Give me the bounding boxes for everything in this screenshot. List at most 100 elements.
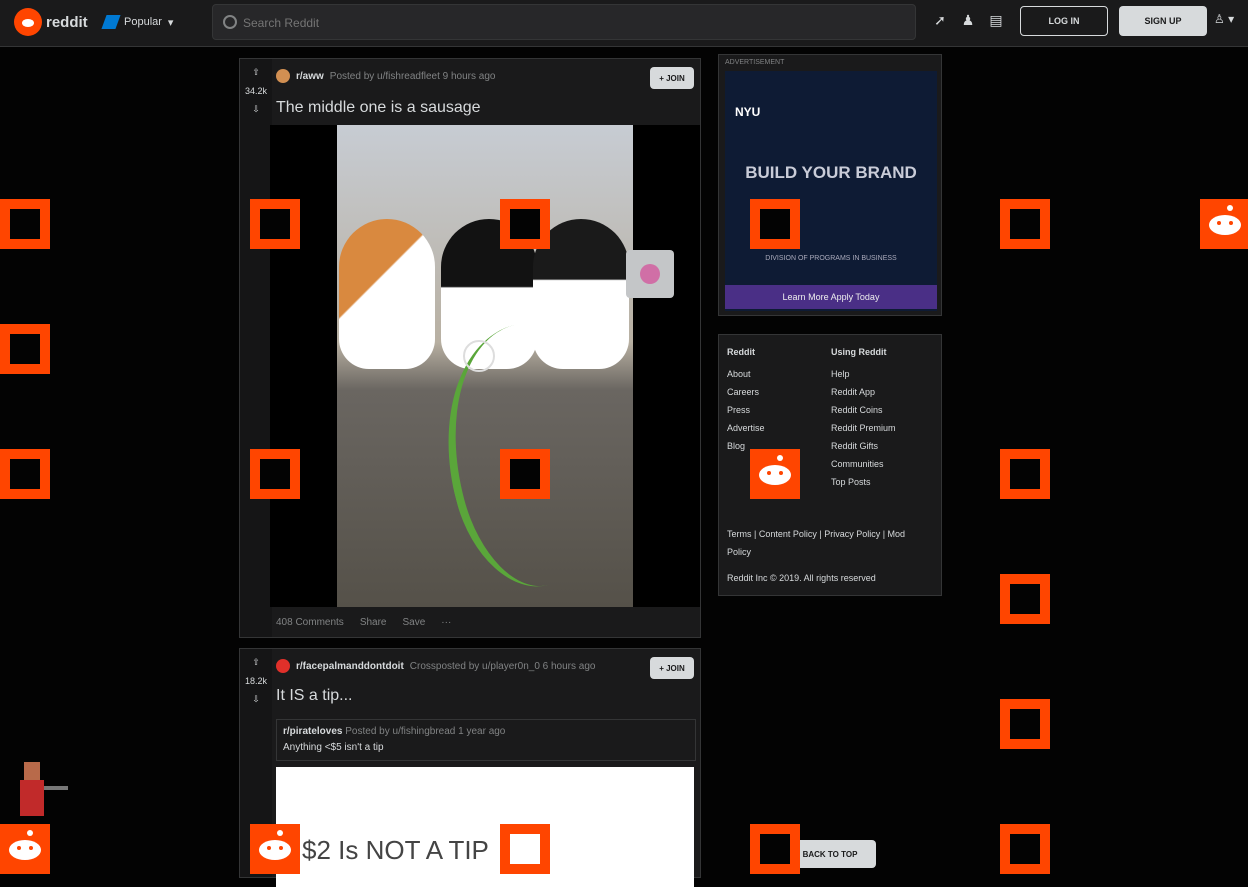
share-button[interactable]: Share: [360, 617, 387, 628]
crosspost-meta: r/pirateloves Posted by u/fishingbread 1…: [283, 726, 505, 737]
overlay-square: [750, 824, 800, 874]
legal-links[interactable]: Terms | Content Policy | Privacy Policy …: [727, 525, 927, 561]
post-actions: 408 Comments Share Save ···: [276, 617, 451, 628]
crosspost-subreddit[interactable]: r/pirateloves: [283, 726, 342, 737]
posted-by: Crossposted by u/player0n_0 6 hours ago: [409, 660, 596, 672]
overlay-square: [1000, 824, 1050, 874]
companion-cube-icon: [626, 250, 674, 298]
crosspost-posted-by: Posted by u/fishingbread 1 year ago: [345, 726, 506, 737]
footer-link[interactable]: Reddit Premium: [831, 423, 896, 433]
footer-link[interactable]: Reddit Gifts: [831, 441, 896, 451]
more-options-icon[interactable]: ···: [441, 617, 451, 628]
ad-headline: BUILD YOUR BRAND: [745, 163, 917, 182]
overlay-square: [500, 824, 550, 874]
snoo-icon: [750, 449, 800, 499]
trending-up-icon[interactable]: ➚: [932, 12, 948, 30]
chevron-down-icon: ▾: [167, 16, 174, 29]
copyright-text: Reddit Inc © 2019. All rights reserved: [727, 573, 876, 583]
overlay-square: [0, 199, 50, 249]
top-header: reddit Popular ▾ ➚ ♟ ▤ LOG IN SIGN UP ♙ …: [0, 0, 1248, 47]
play-icon[interactable]: [463, 340, 495, 372]
ad-brand: NYU: [735, 105, 761, 119]
post-card[interactable]: ⇧ 18.2k ⇩ r/facepalmanddontdoit Crosspos…: [239, 648, 701, 887]
save-button[interactable]: Save: [403, 617, 426, 628]
downvote-icon[interactable]: ⇩: [240, 104, 272, 115]
ad-banner[interactable]: NYU BUILD YOUR BRAND DIVISION OF PROGRAM…: [725, 71, 937, 311]
subreddit-link[interactable]: r/aww: [296, 71, 324, 82]
footer-link[interactable]: Advertise: [727, 423, 765, 433]
join-button[interactable]: + JOIN: [650, 67, 694, 89]
video-frame: [337, 125, 646, 607]
join-button[interactable]: + JOIN: [650, 657, 694, 679]
popular-icon[interactable]: ♟: [960, 12, 976, 30]
search-bar[interactable]: [212, 4, 916, 40]
post-meta: r/facepalmanddontdoit Crossposted by u/p…: [276, 659, 595, 673]
vote-column: ⇧ 34.2k ⇩: [240, 59, 272, 637]
footer-link[interactable]: Careers: [727, 387, 765, 397]
post-title[interactable]: The middle one is a sausage: [276, 99, 481, 117]
post-title[interactable]: It IS a tip...: [276, 687, 352, 705]
overlay-square: [1000, 449, 1050, 499]
trending-icon: [101, 15, 121, 29]
overlay-square: [1000, 699, 1050, 749]
comments-button[interactable]: 408 Comments: [276, 617, 344, 628]
feed-icon[interactable]: ▤: [988, 12, 1004, 30]
subreddit-avatar[interactable]: [276, 69, 290, 83]
overlay-square: [250, 199, 300, 249]
pixel-character-sprite: [14, 762, 72, 824]
subreddit-link[interactable]: r/facepalmanddontdoit: [296, 661, 404, 672]
tweet-image[interactable]: $2 Is NOT A TIP: [276, 767, 694, 887]
footer-heading: Using Reddit: [831, 347, 887, 357]
footer-link[interactable]: Help: [831, 369, 896, 379]
search-input[interactable]: [241, 11, 905, 35]
ad-label: ADVERTISEMENT: [725, 59, 785, 66]
community-label: Popular: [124, 16, 162, 28]
footer-link[interactable]: Communities: [831, 459, 896, 469]
snoo-icon: [1200, 199, 1248, 249]
sprite-head: [24, 762, 40, 780]
footer-column-using-reddit: Using Reddit Help Reddit App Reddit Coin…: [831, 347, 896, 487]
overlay-square: [500, 199, 550, 249]
overlay-square: [1000, 574, 1050, 624]
vote-count: 18.2k: [244, 676, 268, 686]
user-menu-icon[interactable]: ♙ ▾: [1214, 12, 1244, 32]
login-button[interactable]: LOG IN: [1020, 6, 1108, 36]
crosspost-card[interactable]: r/pirateloves Posted by u/fishingbread 1…: [276, 719, 696, 761]
video-player[interactable]: [270, 125, 700, 607]
reddit-logo-icon[interactable]: [14, 8, 42, 36]
subreddit-avatar[interactable]: [276, 659, 290, 673]
overlay-square: [0, 449, 50, 499]
overlay-square: [750, 199, 800, 249]
upvote-icon[interactable]: ⇧: [240, 657, 272, 668]
guinea-pig-image: [339, 219, 435, 369]
tweet-text: $2 Is NOT A TIP: [302, 835, 489, 865]
ad-cta-button[interactable]: Learn More Apply Today: [725, 285, 937, 309]
downvote-icon[interactable]: ⇩: [240, 694, 272, 705]
search-icon: [223, 15, 237, 29]
community-dropdown[interactable]: Popular ▾: [101, 8, 194, 36]
footer-heading: Reddit: [727, 347, 755, 357]
post-meta: r/aww Posted by u/fishreadfleet 9 hours …: [276, 69, 495, 83]
post-card[interactable]: ⇧ 34.2k ⇩ r/aww Posted by u/fishreadflee…: [239, 58, 701, 638]
logo-text[interactable]: reddit: [46, 14, 88, 31]
overlay-square: [1000, 199, 1050, 249]
overlay-square: [500, 449, 550, 499]
snoo-icon: [0, 824, 50, 874]
footer-link[interactable]: Top Posts: [831, 477, 896, 487]
footer-link[interactable]: Reddit Coins: [831, 405, 896, 415]
footer-link[interactable]: About: [727, 369, 765, 379]
overlay-square: [0, 324, 50, 374]
crosspost-title[interactable]: Anything <$5 isn't a tip: [283, 742, 384, 753]
sprite-gun: [44, 786, 68, 790]
overlay-square: [250, 449, 300, 499]
vote-count: 34.2k: [244, 86, 268, 96]
footer-link[interactable]: Reddit App: [831, 387, 896, 397]
posted-by: Posted by u/fishreadfleet 9 hours ago: [329, 70, 496, 82]
signup-button[interactable]: SIGN UP: [1119, 6, 1207, 36]
footer-link[interactable]: Press: [727, 405, 765, 415]
snoo-icon: [250, 824, 300, 874]
advertisement-card[interactable]: ADVERTISEMENT NYU BUILD YOUR BRAND DIVIS…: [718, 54, 942, 316]
upvote-icon[interactable]: ⇧: [240, 67, 272, 78]
sprite-body: [20, 780, 44, 816]
footer-column-reddit: Reddit About Careers Press Advertise Blo…: [727, 347, 765, 451]
